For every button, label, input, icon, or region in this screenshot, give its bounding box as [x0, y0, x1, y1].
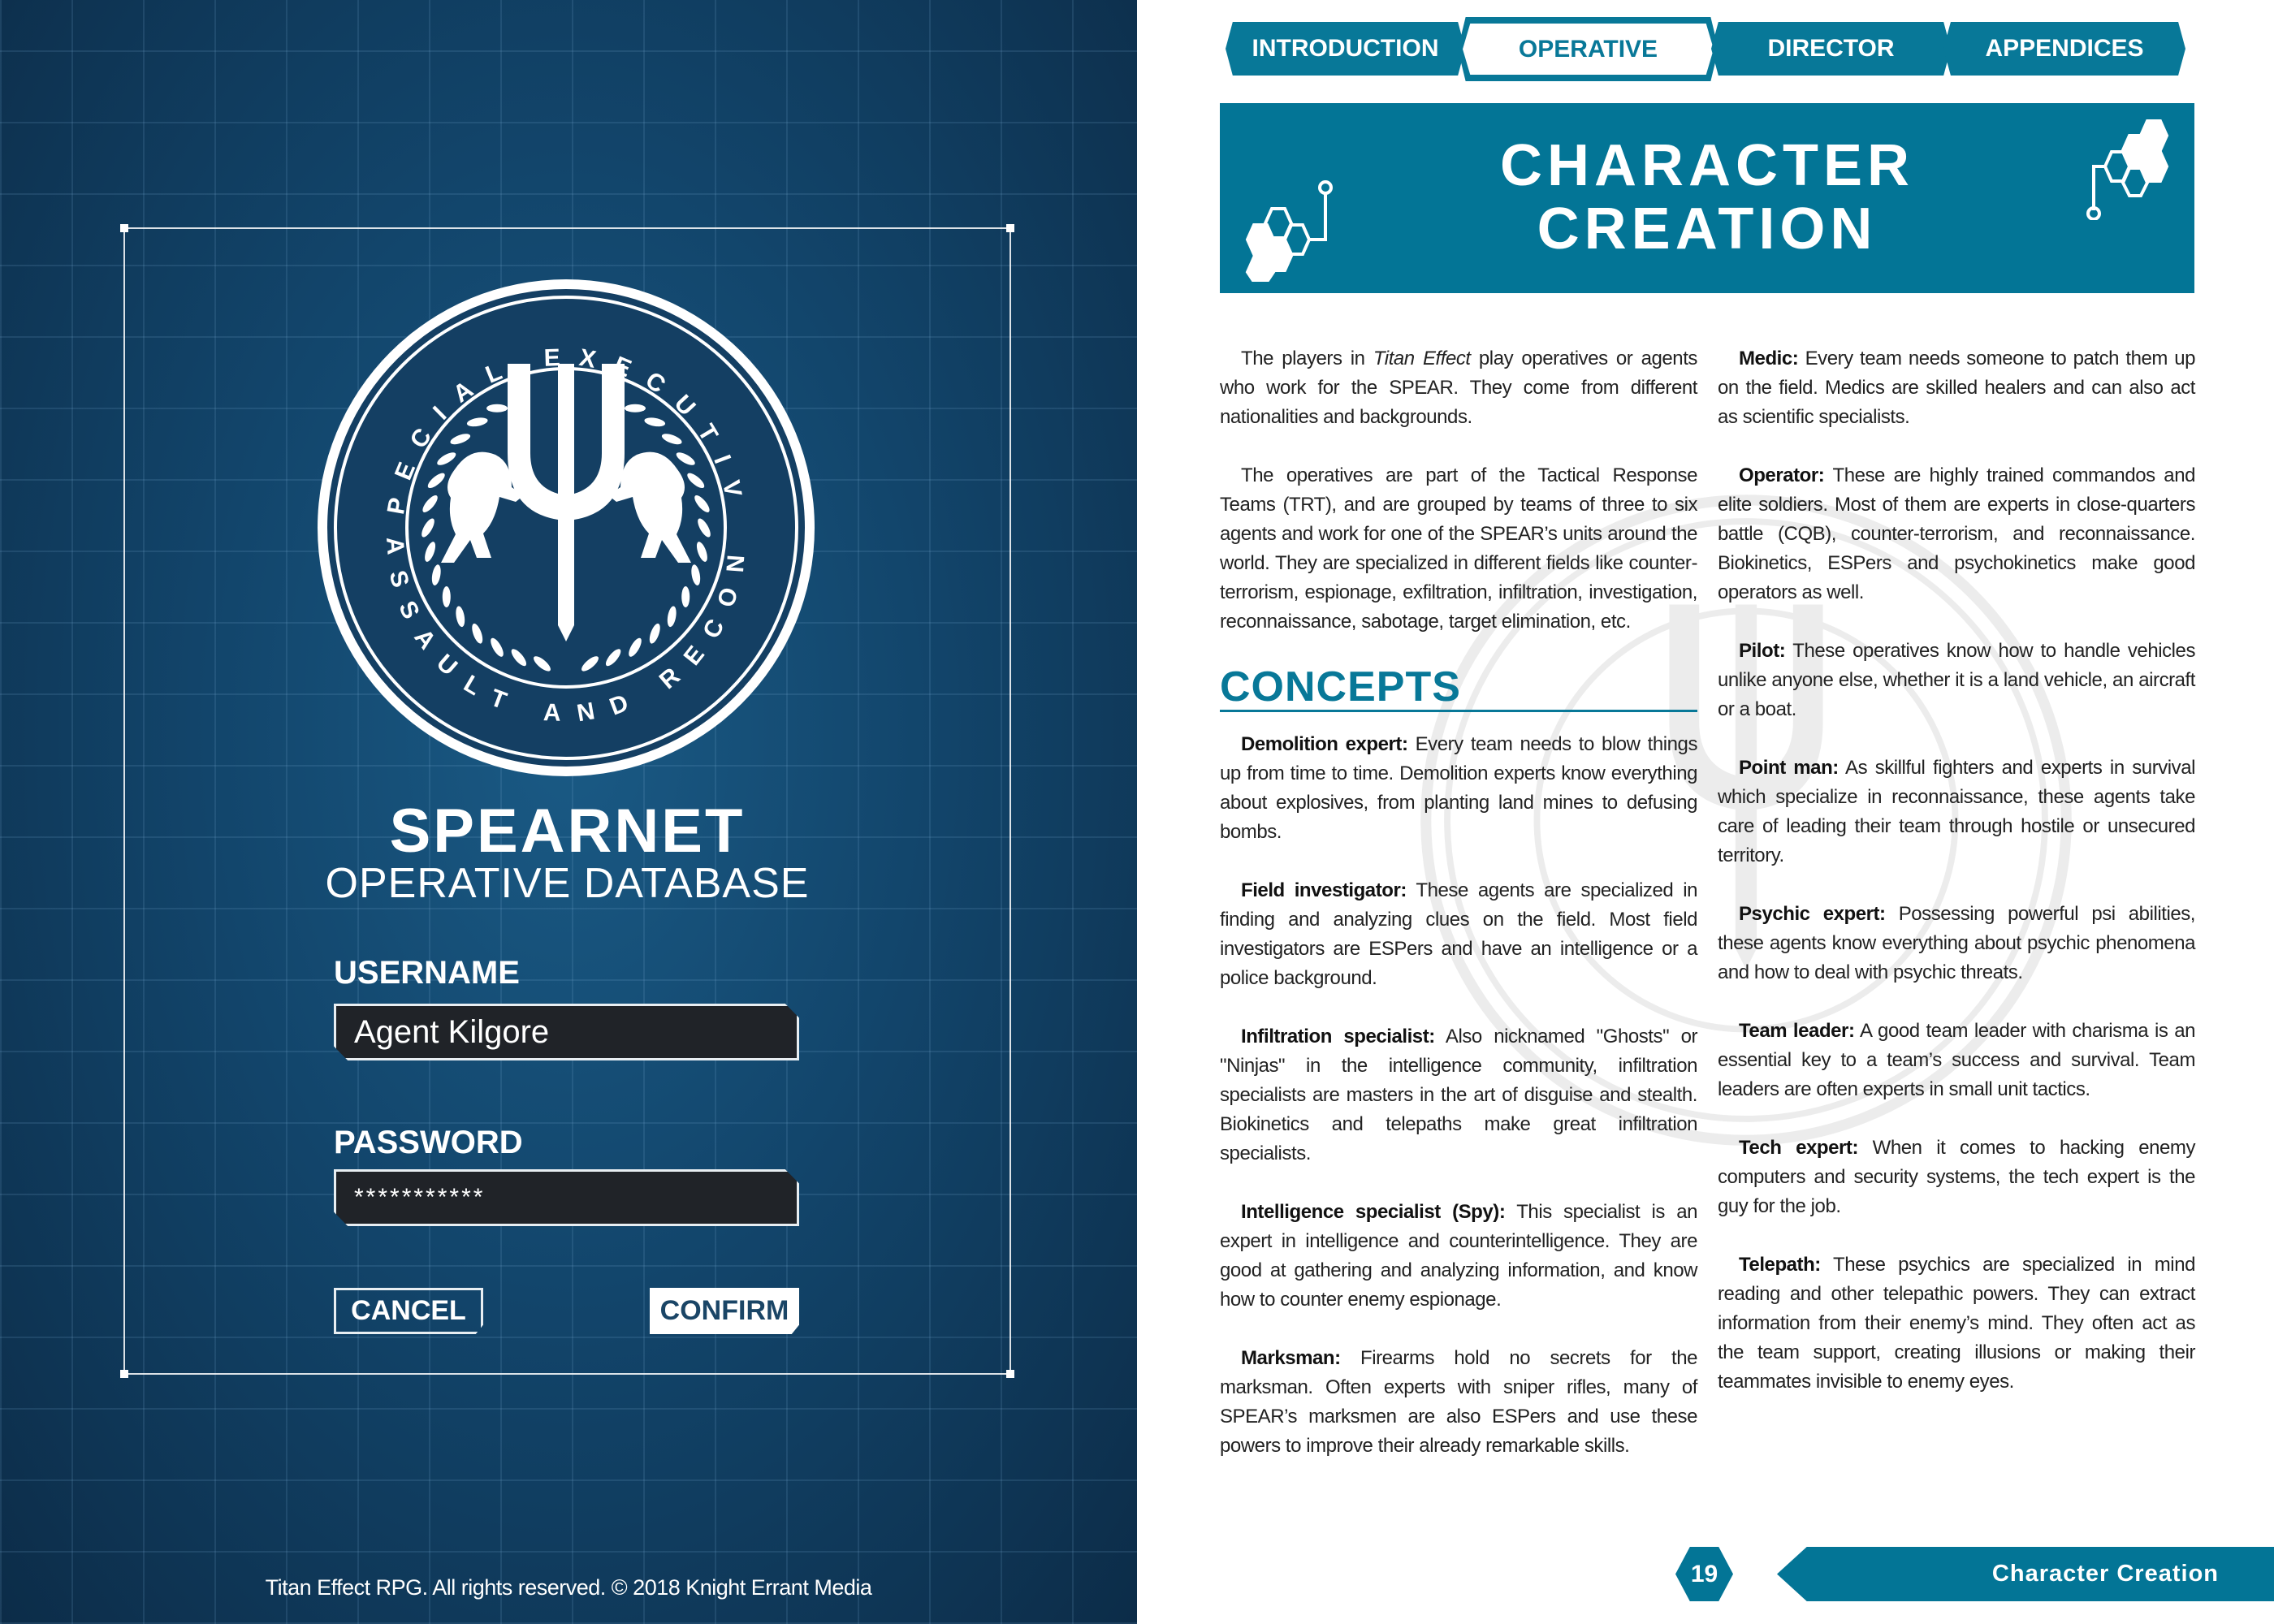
concept-entry: Psychic expert: Possessing powerful psi … [1718, 900, 2195, 987]
concept-entry: Demolition expert: Every team needs to b… [1220, 730, 1697, 847]
laurel-leaf [681, 586, 690, 607]
concept-entry: Pilot: These operatives know how to hand… [1718, 637, 2195, 724]
left-column: The players in Titan Effect play operati… [1220, 344, 1697, 1490]
frame-corner [120, 1370, 128, 1378]
concept-entry: Telepath: These psychics are specialized… [1718, 1250, 2195, 1397]
hexagon-molecule-icon [1245, 180, 1333, 282]
frame-corner [1006, 224, 1014, 232]
section-heading-concepts: CONCEPTS [1220, 664, 1697, 712]
app-title: SPEARNET [389, 797, 746, 866]
password-label: PASSWORD [334, 1125, 523, 1160]
username-input[interactable]: Agent Kilgore [334, 1004, 799, 1060]
concept-term: Demolition expert: [1241, 733, 1408, 755]
concept-term: Psychic expert: [1739, 903, 1886, 925]
concept-term: Tech expert: [1739, 1137, 1858, 1159]
intro-paragraph: The players in Titan Effect play operati… [1220, 348, 1697, 428]
password-input[interactable]: *********** [334, 1169, 799, 1226]
concept-term: Team leader: [1739, 1020, 1855, 1042]
tab-operative[interactable]: OPERATIVE [1458, 17, 1718, 81]
spear-emblem-logo: SPECIAL EXECUTIVE ASSAULT AND RECON [313, 274, 815, 776]
confirm-button[interactable]: CONFIRM [650, 1288, 799, 1334]
concept-term: Medic: [1739, 348, 1799, 369]
frame-corner [120, 224, 128, 232]
concept-term: Pilot: [1739, 640, 1786, 662]
concept-entry: Medic: Every team needs someone to patch… [1718, 344, 2195, 432]
concept-term: Field investigator: [1241, 879, 1407, 901]
concept-term: Operator: [1739, 464, 1825, 486]
concept-entry: Tech expert: When it comes to hacking en… [1718, 1134, 2195, 1221]
hexagon-molecule-icon [2086, 119, 2169, 220]
laurel-leaf [442, 586, 451, 607]
tab-appendices[interactable]: APPENDICES [1943, 22, 2185, 76]
username-label: USERNAME [334, 955, 520, 991]
right-column: Medic: Every team needs someone to patch… [1718, 344, 2195, 1426]
laurel-leaf [625, 404, 646, 412]
laurel-leaf [486, 404, 508, 412]
concept-description: These operatives know how to handle vehi… [1718, 640, 2195, 720]
concept-entry: Team leader: A good team leader with cha… [1718, 1017, 2195, 1104]
concept-entry: Field investigator: These agents are spe… [1220, 876, 1697, 993]
tab-operative-label: OPERATIVE [1463, 24, 1714, 75]
concept-entry: Intelligence specialist (Spy): This spec… [1220, 1198, 1697, 1315]
concept-entry: Operator: These are highly trained comma… [1718, 461, 2195, 607]
concept-entry: Infiltration specialist: Also nicknamed … [1220, 1022, 1697, 1168]
concept-term: Marksman: [1241, 1347, 1341, 1369]
username-value: Agent Kilgore [354, 1013, 550, 1050]
cancel-button[interactable]: CANCEL [334, 1288, 483, 1334]
concept-entry: Point man: As skillful fighters and expe… [1718, 754, 2195, 870]
chapter-banner: CHARACTER CREATION [1220, 103, 2194, 293]
password-value: *********** [354, 1184, 486, 1211]
concept-term: Intelligence specialist (Spy): [1241, 1201, 1506, 1223]
footer-section-title: Character Creation [1777, 1547, 2274, 1601]
concept-term: Infiltration specialist: [1241, 1026, 1435, 1047]
tab-introduction[interactable]: INTRODUCTION [1226, 22, 1465, 76]
concept-entry: Marksman: Firearms hold no secrets for t… [1220, 1344, 1697, 1461]
chapter-title: CHARACTER CREATION [1500, 133, 1914, 261]
intro-paragraph: The operatives are part of the Tactical … [1220, 464, 1697, 633]
app-subtitle: OPERATIVE DATABASE [325, 860, 810, 907]
frame-corner [1006, 1370, 1014, 1378]
page-number: 19 [1675, 1547, 1733, 1601]
tab-director[interactable]: DIRECTOR [1711, 22, 1951, 76]
concept-term: Telepath: [1739, 1254, 1821, 1276]
copyright-text: Titan Effect RPG. All rights reserved. ©… [265, 1575, 872, 1600]
login-panel: SPECIAL EXECUTIVE ASSAULT AND RECON SPEA… [0, 0, 1137, 1624]
concept-term: Point man: [1739, 757, 1839, 779]
